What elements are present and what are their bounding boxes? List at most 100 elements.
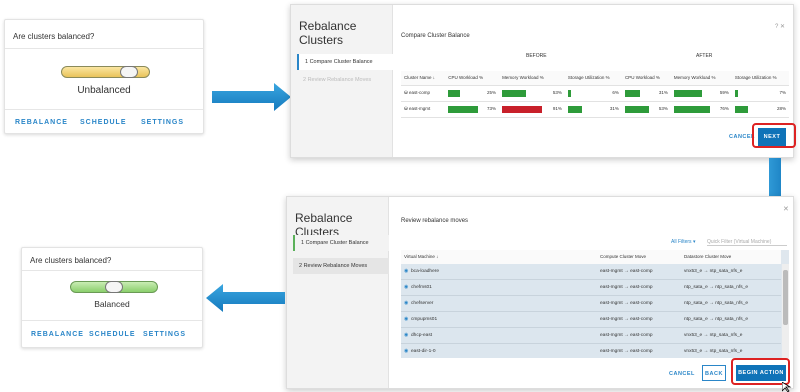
divider bbox=[5, 48, 203, 49]
balance-card-unbalanced: Are clusters balanced? Unbalanced REBALA… bbox=[4, 19, 204, 134]
step-compare-cluster-balance[interactable]: 1 Compare Cluster Balance bbox=[293, 235, 389, 251]
metric-value: 76% bbox=[719, 105, 729, 111]
vm-name: dhcp-east bbox=[411, 333, 433, 338]
compute-move: east-mgmt → east-comp bbox=[600, 317, 653, 322]
table-row[interactable]: ◉ chefserver east-mgmt → east-comp ntp_sata… bbox=[401, 296, 781, 312]
metric-cell: 73% bbox=[445, 101, 500, 118]
metric-value: 53% bbox=[658, 105, 668, 111]
balance-status: Unbalanced bbox=[77, 85, 131, 96]
group-after-label: AFTER bbox=[696, 53, 713, 59]
wizard-sidebar: Rebalance Clusters 1 Compare Cluster Bal… bbox=[287, 197, 389, 388]
compute-move: east-mgmt → east-comp bbox=[600, 269, 653, 274]
metric-cell: 31% bbox=[621, 85, 671, 102]
balance-card-balanced: Are clusters balanced? Balanced REBALANC… bbox=[21, 247, 203, 348]
card-question: Are clusters balanced? bbox=[13, 32, 95, 41]
metric-cell: 53% bbox=[621, 101, 671, 118]
vm-name: chefserver bbox=[411, 301, 434, 306]
metric-cell: 7% bbox=[731, 85, 789, 102]
cluster-name: east-comp bbox=[409, 90, 431, 95]
col-storage-after[interactable]: Storage Utilization % bbox=[731, 71, 789, 86]
col-cpu-after[interactable]: CPU Workload % bbox=[621, 71, 671, 86]
all-filters-dropdown[interactable]: All Filters ▾ bbox=[671, 239, 695, 245]
table-row[interactable]: ◉ dhcp-east east-mgmt → east-comp vnx53_e →… bbox=[401, 328, 781, 344]
arrow-left-icon bbox=[206, 284, 285, 312]
cluster-name-cell: ⛁ east-mgmt bbox=[401, 101, 446, 118]
moves-table-container: Virtual Machine ↓ Compute Cluster Move D… bbox=[401, 250, 789, 358]
cancel-button[interactable]: CANCEL bbox=[669, 371, 695, 377]
table-row[interactable]: ◉ cmpupms01 east-mgmt → east-comp ntp_sata_… bbox=[401, 312, 781, 328]
rebalance-moves-table: Virtual Machine ↓ Compute Cluster Move D… bbox=[401, 250, 781, 265]
quick-filter-input[interactable]: Quick Filter (Virtual Machine) bbox=[707, 239, 787, 246]
step-review-rebalance-moves[interactable]: 2 Review Rebalance Moves bbox=[297, 72, 393, 88]
metric-cell: 6% bbox=[564, 85, 622, 102]
col-memory-before[interactable]: Memory Workload % bbox=[499, 71, 565, 86]
metric-value: 53% bbox=[552, 89, 562, 95]
settings-link[interactable]: SETTINGS bbox=[141, 119, 184, 126]
table-row: ⛁ east-comp 25% 53% 6% 31% 59% 7% bbox=[401, 85, 789, 102]
metric-cell: 91% bbox=[499, 101, 565, 118]
highlight-begin-action bbox=[731, 358, 790, 385]
group-before-label: BEFORE bbox=[526, 53, 547, 59]
cluster-name: east-mgmt bbox=[409, 106, 431, 111]
col-compute-cluster-move[interactable]: Compute Cluster Move bbox=[597, 250, 681, 265]
col-cpu-before[interactable]: CPU Workload % bbox=[445, 71, 500, 86]
col-cluster-name[interactable]: Cluster Name ↓ bbox=[401, 71, 446, 86]
divider bbox=[22, 270, 202, 271]
datastore-move: vnx53_e → ntp_sata_nfs_e bbox=[684, 333, 743, 338]
metric-value: 91% bbox=[552, 105, 562, 111]
step-review-rebalance-moves[interactable]: 2 Review Rebalance Moves bbox=[293, 258, 389, 274]
vm-name: east-dir-1-0 bbox=[411, 349, 436, 354]
rebalance-dialog-compare: Rebalance Clusters 1 Compare Cluster Bal… bbox=[290, 4, 794, 158]
rebalance-link[interactable]: REBALANCE bbox=[15, 119, 68, 126]
table-header-row: Cluster Name ↓ CPU Workload % Memory Wor… bbox=[401, 71, 789, 86]
metric-cell: 53% bbox=[499, 85, 565, 102]
compute-move: east-mgmt → east-comp bbox=[600, 301, 653, 306]
slider-knob bbox=[105, 281, 123, 293]
table-header-row: Virtual Machine ↓ Compute Cluster Move D… bbox=[401, 250, 781, 265]
card-question: Are clusters balanced? bbox=[30, 256, 112, 265]
vm-name: bca-loadhere bbox=[411, 269, 440, 274]
table-row: ⛁ east-mgmt 73% 91% 31% 53% 76% 28% bbox=[401, 101, 789, 118]
metric-cell: 31% bbox=[564, 101, 622, 118]
dialog-subtitle: Compare Cluster Balance bbox=[401, 33, 470, 39]
close-icon[interactable]: ✕ bbox=[783, 205, 789, 213]
cursor-icon bbox=[782, 382, 792, 392]
col-virtual-machine[interactable]: Virtual Machine ↓ bbox=[401, 250, 597, 265]
table-row[interactable]: ◉ east-dir-1-0 east-mgmt → east-comp vnx53_… bbox=[401, 344, 781, 358]
metric-cell: 59% bbox=[670, 85, 732, 102]
metric-value: 31% bbox=[658, 89, 668, 95]
col-datastore-cluster-move[interactable]: Datastore Cluster Move bbox=[681, 250, 781, 265]
table-row[interactable]: ◉ bca-loadhere east-mgmt → east-comp vnx53_… bbox=[401, 264, 781, 280]
metric-cell: 76% bbox=[670, 101, 732, 118]
compute-move: east-mgmt → east-comp bbox=[600, 349, 653, 354]
cluster-name-cell: ⛁ east-comp bbox=[401, 85, 446, 102]
schedule-link[interactable]: SCHEDULE bbox=[80, 119, 127, 126]
balance-slider bbox=[70, 281, 158, 293]
datastore-move: ntp_sata_e → ntp_sata_nfs_e bbox=[684, 317, 749, 322]
schedule-link[interactable]: SCHEDULE bbox=[89, 331, 136, 338]
balance-status: Balanced bbox=[94, 299, 130, 309]
col-memory-after[interactable]: Memory Workload % bbox=[670, 71, 732, 86]
wizard-sidebar: Rebalance Clusters 1 Compare Cluster Bal… bbox=[291, 5, 393, 157]
col-storage-before[interactable]: Storage Utilization % bbox=[564, 71, 622, 86]
step-compare-cluster-balance[interactable]: 1 Compare Cluster Balance bbox=[297, 54, 393, 70]
settings-link[interactable]: SETTINGS bbox=[143, 331, 186, 338]
metric-value: 31% bbox=[609, 105, 619, 111]
datastore-move: vnx53_e → ntp_sata_nfs_e bbox=[684, 269, 743, 274]
arrow-right-icon bbox=[212, 83, 291, 111]
back-button[interactable]: BACK bbox=[702, 365, 726, 381]
scrollbar-thumb[interactable] bbox=[783, 270, 788, 325]
vm-name: cmpupms01 bbox=[411, 317, 438, 322]
help-close-icons[interactable]: ? ✕ bbox=[775, 23, 785, 30]
slider-knob bbox=[120, 66, 138, 78]
compute-move: east-mgmt → east-comp bbox=[600, 285, 653, 290]
dialog-title: Rebalance Clusters bbox=[299, 19, 357, 47]
highlight-next bbox=[752, 123, 796, 148]
scrollbar[interactable] bbox=[782, 264, 789, 358]
dialog-subtitle: Review rebalance moves bbox=[401, 218, 469, 224]
metric-value: 6% bbox=[612, 89, 619, 95]
table-row[interactable]: ◉ chefms01 east-mgmt → east-comp ntp_sata_e… bbox=[401, 280, 781, 296]
metric-value: 73% bbox=[487, 105, 497, 111]
datastore-move: ntp_sata_e → ntp_sata_nfs_e bbox=[684, 285, 749, 290]
rebalance-link[interactable]: REBALANCE bbox=[31, 331, 84, 338]
